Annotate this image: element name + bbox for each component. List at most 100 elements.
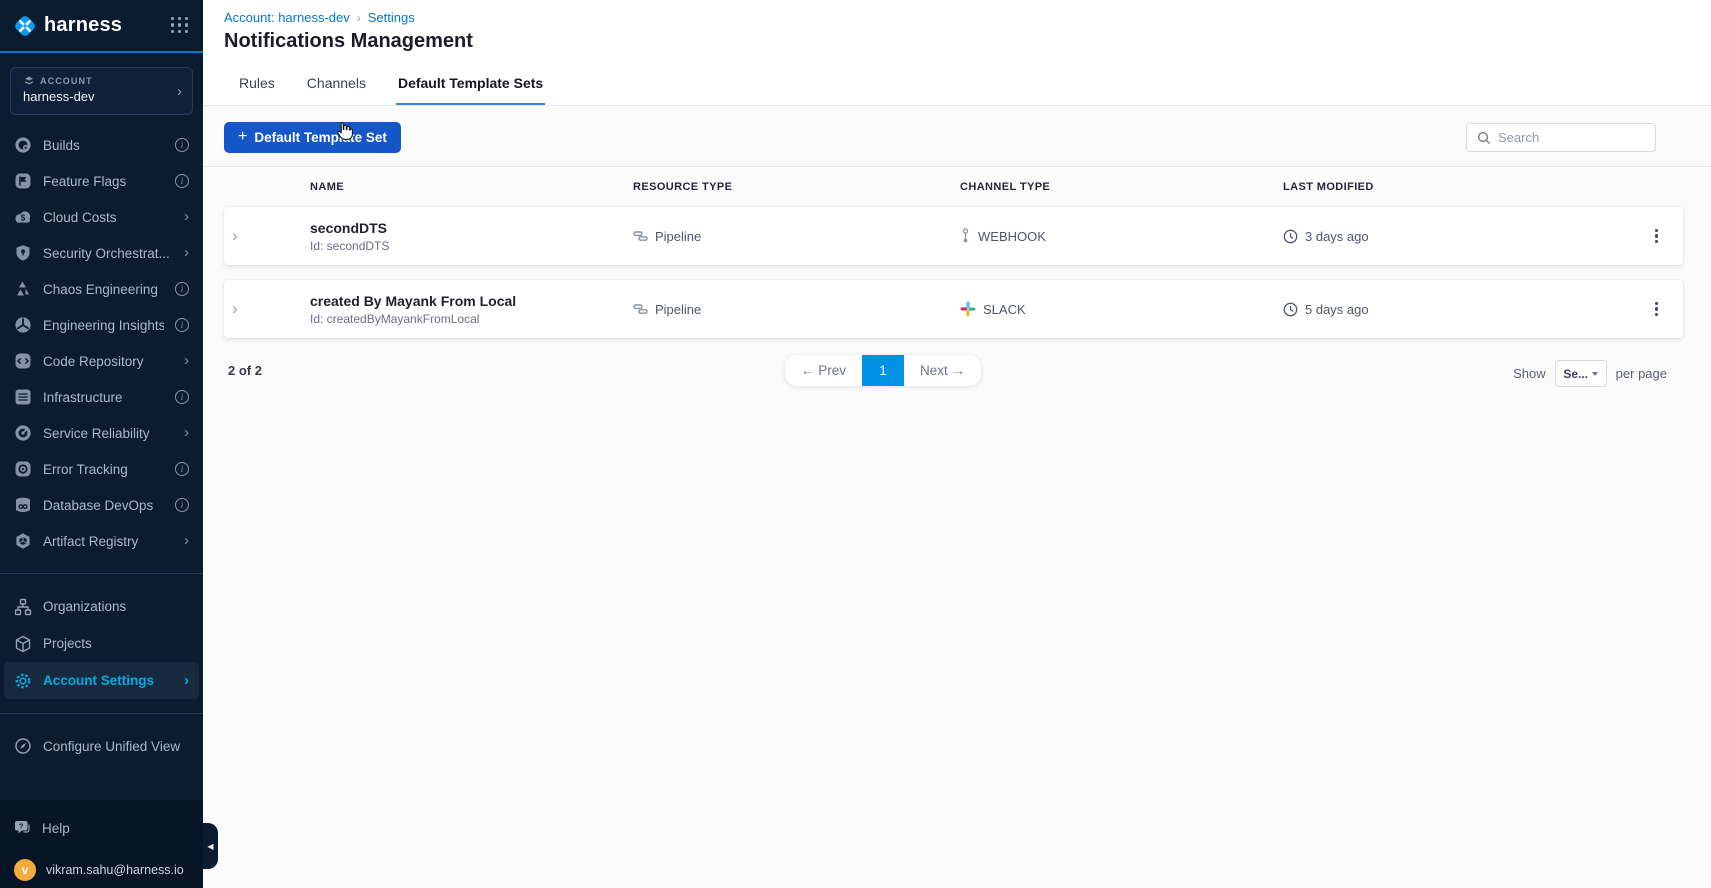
toolbar: + Default Template Set	[203, 122, 1711, 153]
last-modified-label: 3 days ago	[1305, 228, 1369, 244]
slack-icon	[960, 301, 976, 317]
sidebar-item-label: Builds	[43, 137, 80, 153]
sidebar-divider	[0, 573, 203, 574]
page-size-select[interactable]: Se...	[1554, 360, 1607, 387]
template-set-name: created By Mayank From Local	[310, 292, 517, 309]
tab-channels[interactable]: Channels	[305, 60, 368, 105]
user-email: vikram.sahu@harness.io	[46, 863, 184, 877]
template-set-name: secondDTS	[310, 219, 388, 236]
artifact-registry-icon	[14, 532, 32, 550]
account-name: harness-dev	[23, 89, 95, 104]
next-page-button[interactable]: Next →	[904, 355, 981, 386]
sidebar-item-engineering-insights[interactable]: Engineering Insights i	[0, 307, 203, 343]
sidebar-item-account-settings[interactable]: Account Settings ›	[4, 662, 199, 699]
resource-type-cell: Pipeline	[633, 229, 960, 244]
chaos-engineering-icon	[14, 280, 32, 298]
last-modified-cell: 3 days ago	[1283, 229, 1630, 244]
info-icon[interactable]: i	[175, 462, 189, 476]
sidebar-item-projects[interactable]: Projects	[0, 625, 203, 662]
sidebar-item-error-tracking[interactable]: Error Tracking i	[0, 451, 203, 487]
tab-panel: + Default Template Set NAME RESOURCE TYP…	[203, 106, 1711, 393]
sidebar-item-cloud-costs[interactable]: $ Cloud Costs ›	[0, 199, 203, 235]
resource-type-label: Pipeline	[655, 301, 702, 317]
breadcrumb-settings-link[interactable]: Settings	[368, 10, 415, 25]
column-header-name: NAME	[310, 181, 344, 193]
search-icon	[1477, 131, 1491, 145]
sidebar-item-label: Chaos Engineering	[43, 281, 158, 297]
sidebar-item-infrastructure[interactable]: Infrastructure i	[0, 379, 203, 415]
info-icon[interactable]: i	[175, 138, 189, 152]
sidebar-item-security-orchestration[interactable]: Security Orchestrat... ›	[0, 235, 203, 271]
info-icon[interactable]: i	[175, 282, 189, 296]
sidebar-item-label: Cloud Costs	[43, 209, 117, 225]
column-header-last-modified: LAST MODIFIED	[1283, 181, 1374, 193]
sidebar-item-database-devops[interactable]: Database DevOps i	[0, 487, 203, 523]
sidebar-divider	[0, 713, 203, 714]
search-input[interactable]	[1498, 130, 1645, 145]
last-modified-label: 5 days ago	[1305, 301, 1369, 317]
configure-icon	[14, 737, 32, 755]
tab-default-template-sets[interactable]: Default Template Sets	[396, 60, 545, 105]
code-repository-icon	[14, 352, 32, 370]
channel-type-cell: WEBHOOK	[960, 228, 1283, 244]
info-icon[interactable]: i	[175, 390, 189, 404]
breadcrumb: Account: harness-dev › Settings	[224, 10, 1711, 25]
chevron-right-icon: ›	[184, 244, 189, 261]
sidebar-item-code-repository[interactable]: Code Repository ›	[0, 343, 203, 379]
row-menu-button[interactable]	[1630, 296, 1683, 323]
user-menu[interactable]: v vikram.sahu@harness.io	[0, 856, 203, 884]
sidebar-item-service-reliability[interactable]: Service Reliability ›	[0, 415, 203, 451]
pagination-count: 2 of 2	[228, 363, 262, 378]
sidebar-item-label: Projects	[43, 636, 92, 651]
account-selector[interactable]: ACCOUNT harness-dev ›	[10, 67, 193, 115]
sidebar-item-builds[interactable]: Builds i	[0, 127, 203, 163]
help-label: Help	[42, 820, 70, 836]
avatar: v	[14, 859, 36, 881]
column-header-channel-type: CHANNEL TYPE	[960, 181, 1051, 193]
sidebar-item-configure-unified-view[interactable]: Configure Unified View	[0, 728, 203, 764]
gear-icon	[14, 672, 32, 690]
sidebar-item-artifact-registry[interactable]: Artifact Registry ›	[0, 523, 203, 559]
sidebar-item-label: Configure Unified View	[43, 738, 181, 754]
info-icon[interactable]: i	[175, 174, 189, 188]
table-row[interactable]: › secondDTS Id: secondDTS Pipeline WEBHO…	[224, 207, 1683, 265]
harness-logo	[12, 13, 38, 39]
sidebar-item-feature-flags[interactable]: Feature Flags i	[0, 163, 203, 199]
error-tracking-icon	[14, 460, 32, 478]
page-header: Account: harness-dev › Settings Notifica…	[203, 0, 1711, 60]
sidebar-secondary-nav: Organizations Projects Account Settings …	[0, 588, 203, 699]
service-reliability-icon	[14, 424, 32, 442]
info-icon[interactable]: i	[175, 498, 189, 512]
svg-text:?: ?	[19, 822, 24, 831]
sidebar-item-label: Security Orchestrat...	[43, 245, 170, 261]
sidebar-item-label: Service Reliability	[43, 425, 150, 441]
resource-type-label: Pipeline	[655, 228, 702, 244]
clock-icon	[1283, 302, 1298, 317]
engineering-insights-icon	[14, 316, 32, 334]
row-menu-button[interactable]	[1630, 223, 1683, 250]
help-button[interactable]: ? Help	[0, 814, 203, 842]
info-icon[interactable]: i	[175, 318, 189, 332]
sidebar-item-label: Error Tracking	[43, 461, 128, 477]
add-default-template-set-button[interactable]: + Default Template Set	[224, 122, 401, 153]
account-icon	[23, 75, 35, 86]
sidebar-item-chaos-engineering[interactable]: Chaos Engineering i	[0, 271, 203, 307]
last-modified-cell: 5 days ago	[1283, 302, 1630, 317]
logo-row: harness	[0, 0, 203, 53]
expand-row-icon[interactable]: ›	[224, 299, 310, 319]
page-title: Notifications Management	[224, 30, 473, 52]
sidebar-collapse-handle[interactable]: ◀	[203, 823, 218, 869]
tab-rules[interactable]: Rules	[237, 60, 277, 105]
sidebar-item-label: Account Settings	[43, 673, 155, 688]
channel-type-label: WEBHOOK	[978, 228, 1046, 244]
database-devops-icon	[14, 496, 32, 514]
chevron-right-icon: ›	[184, 352, 189, 369]
expand-row-icon[interactable]: ›	[224, 226, 310, 246]
sidebar-item-organizations[interactable]: Organizations	[0, 588, 203, 625]
name-cell: created By Mayank From Local Id: created…	[310, 293, 633, 326]
breadcrumb-account-link[interactable]: Account: harness-dev	[224, 10, 350, 25]
page-1-button[interactable]: 1	[862, 355, 904, 386]
app-switcher-icon[interactable]	[171, 16, 189, 35]
prev-page-button[interactable]: ← Prev	[785, 355, 862, 386]
table-row[interactable]: › created By Mayank From Local Id: creat…	[224, 280, 1683, 338]
